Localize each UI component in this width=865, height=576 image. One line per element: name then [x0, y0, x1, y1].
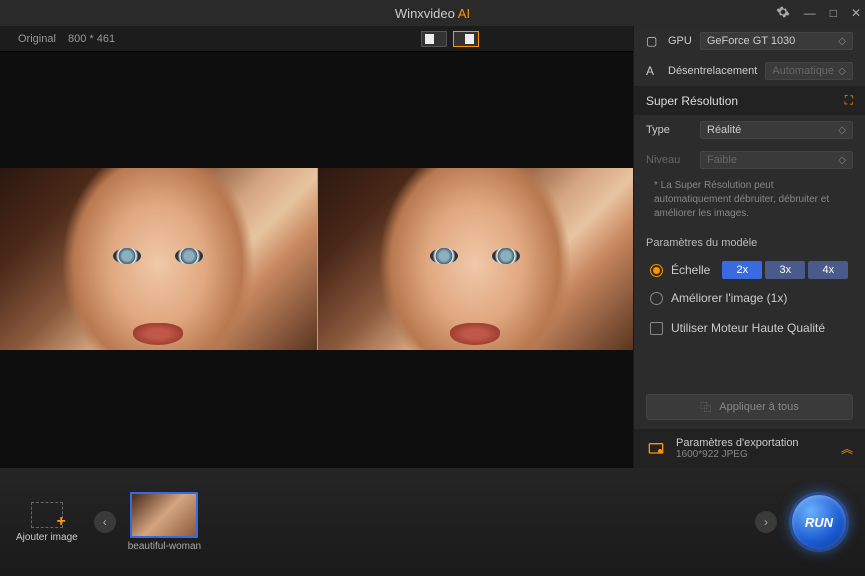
export-icon — [646, 441, 666, 457]
apply-all-button[interactable]: ⿻ Appliquer à tous — [646, 394, 853, 420]
level-select: Faible◇ — [700, 151, 853, 169]
minimize-icon[interactable]: — — [804, 6, 816, 20]
compare-divider[interactable] — [317, 168, 318, 350]
run-button[interactable]: RUN — [789, 492, 849, 552]
original-image — [0, 168, 317, 350]
scale-2x-button[interactable]: 2x — [722, 261, 762, 279]
app-title: Winxvideo AI — [395, 6, 470, 21]
thumbnail-caption: beautiful-woman — [128, 541, 201, 552]
section-title: Super Résolution — [646, 94, 738, 108]
enhance-radio[interactable] — [650, 292, 663, 305]
level-label: Niveau — [646, 154, 692, 166]
hq-engine-label: Utiliser Moteur Haute Qualité — [671, 321, 825, 335]
thumbnail-item[interactable]: beautiful-woman — [128, 492, 201, 552]
type-select[interactable]: Réalité◇ — [700, 121, 853, 139]
export-expand-icon[interactable]: ︽ — [841, 440, 853, 457]
original-label: Original — [8, 33, 68, 45]
gpu-icon: ▢ — [646, 34, 660, 48]
settings-icon[interactable] — [776, 5, 790, 22]
add-image-icon — [31, 502, 63, 528]
thumbnail-image — [130, 492, 198, 538]
deinterlace-label: Désentrelacement — [668, 65, 757, 77]
maximize-icon[interactable]: □ — [830, 6, 837, 20]
deinterlace-icon: A — [646, 64, 660, 78]
gpu-select[interactable]: GeForce GT 1030◇ — [700, 32, 853, 50]
add-image-button[interactable]: Ajouter image — [16, 502, 78, 543]
hq-engine-checkbox[interactable] — [650, 322, 663, 335]
scale-radio[interactable] — [650, 264, 663, 277]
export-detail: 1600*922 JPEG — [676, 449, 831, 460]
expand-icon[interactable]: ⛶ — [845, 93, 853, 108]
thumbs-prev-button[interactable]: ‹ — [94, 511, 116, 533]
close-icon[interactable]: ✕ — [851, 6, 861, 20]
scale-4x-button[interactable]: 4x — [808, 261, 848, 279]
preview-area — [0, 52, 633, 468]
scale-label: Échelle — [671, 263, 710, 277]
params-label: Paramètres du modèle — [634, 229, 865, 255]
enhance-label: Améliorer l'image (1x) — [671, 291, 787, 305]
export-title: Paramètres d'exportation — [676, 437, 831, 449]
compare-mode-left[interactable] — [421, 31, 447, 47]
scale-3x-button[interactable]: 3x — [765, 261, 805, 279]
enhanced-image — [317, 168, 634, 350]
gpu-label: GPU — [668, 35, 692, 47]
type-label: Type — [646, 124, 692, 136]
deinterlace-select[interactable]: Automatique◇ — [765, 62, 853, 80]
copy-icon: ⿻ — [700, 399, 711, 415]
thumbs-next-button[interactable]: › — [755, 511, 777, 533]
original-dimensions: 800 * 461 — [68, 33, 168, 45]
sr-note: * La Super Résolution peut automatiqueme… — [634, 175, 865, 229]
compare-mode-right[interactable] — [453, 31, 479, 47]
